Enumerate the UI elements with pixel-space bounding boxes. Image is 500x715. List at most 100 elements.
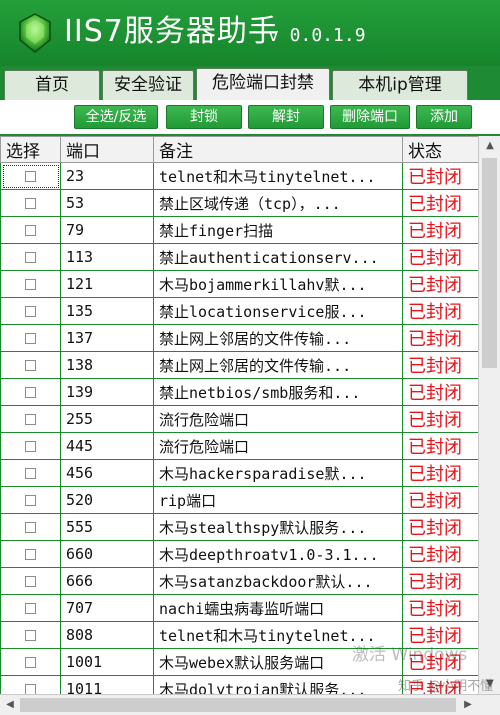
app-title: IIS7服务器助手 — [64, 14, 279, 49]
table-row[interactable]: 666 木马satanzbackdoor默认... 已封闭 — [0, 567, 478, 595]
table-row[interactable]: 23 telnet和木马tinytelnet... 已封闭 — [0, 162, 478, 190]
table-row[interactable]: 456 木马hackersparadise默... 已封闭 — [0, 459, 478, 487]
vertical-scroll-thumb[interactable] — [482, 158, 497, 368]
table-row[interactable]: 135 禁止locationservice服... 已封闭 — [0, 297, 478, 325]
row-select-cell — [0, 648, 61, 676]
app-logo-icon — [19, 13, 51, 53]
table-row[interactable]: 808 telnet和木马tinytelnet... 已封闭 — [0, 621, 478, 649]
table-header: 选择 端口 备注 状态 — [0, 136, 478, 163]
row-checkbox[interactable] — [25, 171, 36, 182]
row-checkbox[interactable] — [25, 549, 36, 560]
note-cell: 木马stealthspy默认服务... — [153, 513, 403, 541]
table-row[interactable]: 137 禁止网上邻居的文件传输... 已封闭 — [0, 324, 478, 352]
table-row[interactable]: 139 禁止netbios/smb服务和... 已封闭 — [0, 378, 478, 406]
note-cell: 禁止网上邻居的文件传输... — [153, 324, 403, 352]
table-row[interactable]: 113 禁止authenticationserv... 已封闭 — [0, 243, 478, 271]
note-cell: 禁止区域传递（tcp），... — [153, 189, 403, 217]
delete-port-button[interactable]: 删除端口 — [330, 105, 410, 129]
note-cell: telnet和木马tinytelnet... — [153, 162, 403, 190]
note-cell: 禁止authenticationserv... — [153, 243, 403, 271]
row-select-cell — [0, 189, 61, 217]
row-checkbox[interactable] — [25, 441, 36, 452]
port-cell: 113 — [60, 243, 154, 271]
scroll-left-icon[interactable]: ◀ — [0, 695, 20, 715]
row-checkbox[interactable] — [25, 225, 36, 236]
column-header-note[interactable]: 备注 — [153, 136, 403, 163]
port-cell: 555 — [60, 513, 154, 541]
status-cell: 已封闭 — [402, 405, 478, 433]
row-checkbox[interactable] — [25, 495, 36, 506]
row-checkbox[interactable] — [25, 684, 36, 694]
row-checkbox[interactable] — [25, 522, 36, 533]
block-button[interactable]: 封锁 — [166, 105, 242, 129]
row-checkbox[interactable] — [25, 198, 36, 209]
row-checkbox[interactable] — [25, 360, 36, 371]
column-header-port[interactable]: 端口 — [60, 136, 154, 163]
table-row[interactable]: 255 流行危险端口 已封闭 — [0, 405, 478, 433]
table-row[interactable]: 660 木马deepthroatv1.0-3.1... 已封闭 — [0, 540, 478, 568]
tab-dangerous-ports[interactable]: 危险端口封禁 — [196, 68, 330, 100]
row-checkbox[interactable] — [25, 630, 36, 641]
table-row[interactable]: 520 rip端口 已封闭 — [0, 486, 478, 514]
status-cell: 已封闭 — [402, 567, 478, 595]
unblock-button[interactable]: 解封 — [248, 105, 324, 129]
tab-local-ip[interactable]: 本机ip管理 — [332, 70, 468, 100]
row-checkbox[interactable] — [25, 387, 36, 398]
row-checkbox[interactable] — [25, 657, 36, 668]
horizontal-scrollbar[interactable]: ◀ ▶ — [0, 694, 500, 715]
table-row[interactable]: 79 禁止finger扫描 已封闭 — [0, 216, 478, 244]
port-cell: 1001 — [60, 648, 154, 676]
table-row[interactable]: 53 禁止区域传递（tcp），... 已封闭 — [0, 189, 478, 217]
note-cell: 木马hackersparadise默... — [153, 459, 403, 487]
row-checkbox[interactable] — [25, 333, 36, 344]
horizontal-scroll-thumb[interactable] — [20, 698, 456, 712]
scroll-up-icon[interactable]: ▲ — [479, 136, 500, 156]
table-row[interactable]: 121 木马bojammerkillahv默... 已封闭 — [0, 270, 478, 298]
tab-home[interactable]: 首页 — [4, 70, 100, 100]
port-cell: 79 — [60, 216, 154, 244]
vertical-scrollbar[interactable]: ▲ ▼ — [478, 136, 500, 694]
table-row[interactable]: 1011 木马dolytrojan默认服务... 已封闭 — [0, 675, 478, 694]
row-checkbox[interactable] — [25, 306, 36, 317]
note-cell: 禁止finger扫描 — [153, 216, 403, 244]
port-cell: 666 — [60, 567, 154, 595]
port-cell: 139 — [60, 378, 154, 406]
row-checkbox[interactable] — [25, 414, 36, 425]
scroll-right-icon[interactable]: ▶ — [458, 695, 478, 715]
row-select-cell — [0, 324, 61, 352]
port-cell: 1011 — [60, 675, 154, 694]
column-header-select[interactable]: 选择 — [0, 136, 61, 163]
row-select-cell — [0, 216, 61, 244]
row-checkbox[interactable] — [25, 468, 36, 479]
row-checkbox[interactable] — [25, 252, 36, 263]
note-cell: nachi蠕虫病毒监听端口 — [153, 594, 403, 622]
column-header-status[interactable]: 状态 — [402, 136, 478, 163]
port-cell: 23 — [60, 162, 154, 190]
note-cell: 木马deepthroatv1.0-3.1... — [153, 540, 403, 568]
port-cell: 121 — [60, 270, 154, 298]
note-cell: 禁止locationservice服... — [153, 297, 403, 325]
row-select-cell — [0, 459, 61, 487]
table-row[interactable]: 138 禁止网上邻居的文件传输... 已封闭 — [0, 351, 478, 379]
row-checkbox[interactable] — [25, 279, 36, 290]
add-button[interactable]: 添加 — [416, 105, 472, 129]
table-row[interactable]: 707 nachi蠕虫病毒监听端口 已封闭 — [0, 594, 478, 622]
table-row[interactable]: 555 木马stealthspy默认服务... 已封闭 — [0, 513, 478, 541]
row-checkbox[interactable] — [25, 576, 36, 587]
scroll-down-icon[interactable]: ▼ — [479, 674, 500, 694]
select-all-button[interactable]: 全选/反选 — [74, 105, 158, 129]
tab-security-verify[interactable]: 安全验证 — [102, 70, 194, 100]
row-select-cell — [0, 270, 61, 298]
status-cell: 已封闭 — [402, 540, 478, 568]
row-checkbox[interactable] — [25, 603, 36, 614]
status-cell: 已封闭 — [402, 351, 478, 379]
row-select-cell — [0, 405, 61, 433]
table-row[interactable]: 445 流行危险端口 已封闭 — [0, 432, 478, 460]
table-row[interactable]: 1001 木马webex默认服务端口 已封闭 — [0, 648, 478, 676]
status-cell: 已封闭 — [402, 675, 478, 694]
status-cell: 已封闭 — [402, 378, 478, 406]
port-cell: 53 — [60, 189, 154, 217]
tab-bar: 首页 安全验证 危险端口封禁 本机ip管理 — [0, 66, 500, 100]
status-cell: 已封闭 — [402, 162, 478, 190]
port-cell: 808 — [60, 621, 154, 649]
